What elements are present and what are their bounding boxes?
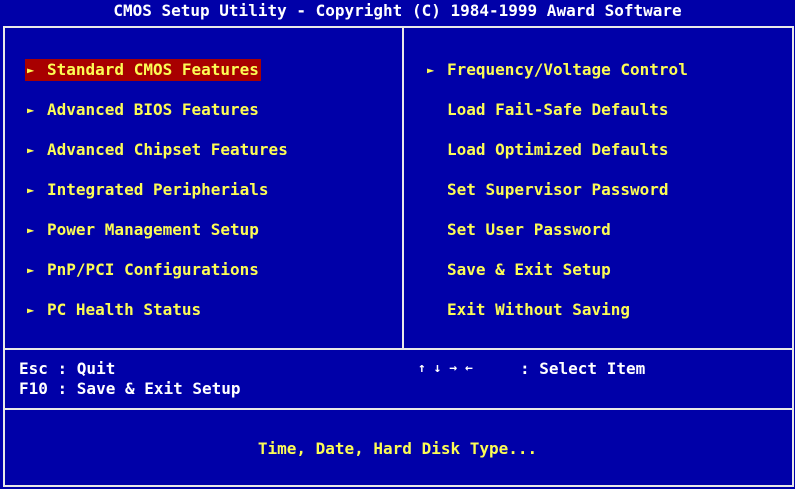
menu-item-label: Exit Without Saving [447, 300, 631, 319]
menu-item-standard-cmos-features[interactable]: ► Standard CMOS Features [25, 59, 261, 81]
menu-item-label: Load Optimized Defaults [447, 140, 669, 159]
menu-item-label: PC Health Status [47, 300, 202, 319]
arrow-keys-hint: ↑ ↓ → ← [418, 361, 473, 376]
menu-item-load-optimized-defaults[interactable]: Load Optimized Defaults [425, 139, 671, 161]
submenu-arrow-icon: ► [427, 63, 435, 77]
menu-item-load-fail-safe-defaults[interactable]: Load Fail-Safe Defaults [425, 99, 671, 121]
submenu-arrow-icon: ► [27, 63, 35, 77]
menu-item-label: Frequency/Voltage Control [447, 60, 688, 79]
menu-item-exit-without-saving[interactable]: Exit Without Saving [425, 299, 632, 321]
menu-item-label: Set User Password [447, 220, 611, 239]
menu-item-label: Advanced BIOS Features [47, 100, 259, 119]
menu-divider-vertical [402, 28, 404, 348]
select-item-hint: : Select Item [520, 359, 646, 378]
divider-menu-keys [5, 348, 792, 350]
divider-keys-help [5, 408, 792, 410]
menu-item-pnp-pci-configurations[interactable]: ► PnP/PCI Configurations [25, 259, 261, 281]
help-text: Time, Date, Hard Disk Type... [257, 439, 538, 458]
menu-item-label: Advanced Chipset Features [47, 140, 288, 159]
esc-quit-hint: Esc : Quit [19, 359, 116, 378]
submenu-arrow-icon: ► [27, 103, 35, 117]
menu-item-advanced-chipset-features[interactable]: ► Advanced Chipset Features [25, 139, 290, 161]
bios-frame [3, 26, 794, 487]
menu-item-frequency-voltage-control[interactable]: ► Frequency/Voltage Control [425, 59, 690, 81]
menu-item-power-management-setup[interactable]: ► Power Management Setup [25, 219, 261, 241]
window-title: CMOS Setup Utility - Copyright (C) 1984-… [113, 1, 682, 20]
menu-item-integrated-peripherials[interactable]: ► Integrated Peripherials [25, 179, 271, 201]
submenu-arrow-icon: ► [27, 143, 35, 157]
menu-item-label: PnP/PCI Configurations [47, 260, 259, 279]
menu-item-label: Set Supervisor Password [447, 180, 669, 199]
menu-item-advanced-bios-features[interactable]: ► Advanced BIOS Features [25, 99, 261, 121]
menu-item-label: Power Management Setup [47, 220, 259, 239]
menu-item-set-supervisor-password[interactable]: Set Supervisor Password [425, 179, 671, 201]
submenu-arrow-icon: ► [27, 223, 35, 237]
menu-item-label: Load Fail-Safe Defaults [447, 100, 669, 119]
menu-item-save-exit-setup[interactable]: Save & Exit Setup [425, 259, 613, 281]
menu-item-label: Integrated Peripherials [47, 180, 269, 199]
menu-item-set-user-password[interactable]: Set User Password [425, 219, 613, 241]
menu-item-label: Standard CMOS Features [47, 60, 259, 79]
f10-save-hint: F10 : Save & Exit Setup [19, 379, 241, 398]
menu-item-label: Save & Exit Setup [447, 260, 611, 279]
submenu-arrow-icon: ► [27, 263, 35, 277]
submenu-arrow-icon: ► [27, 183, 35, 197]
submenu-arrow-icon: ► [27, 303, 35, 317]
menu-item-pc-health-status[interactable]: ► PC Health Status [25, 299, 203, 321]
